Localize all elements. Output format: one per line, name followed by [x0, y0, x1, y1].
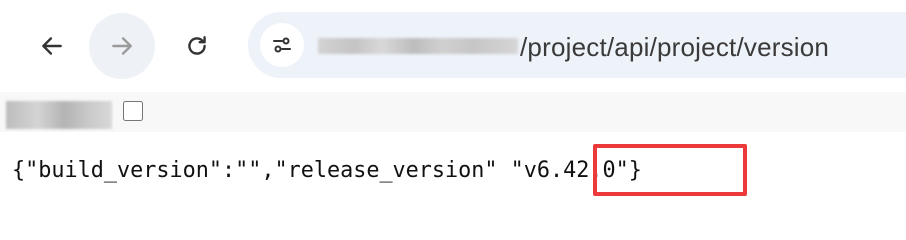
blurred-label	[6, 101, 112, 129]
highlight-box	[593, 144, 747, 196]
reload-icon	[188, 36, 206, 55]
tune-icon	[273, 37, 291, 53]
blurred-host	[318, 38, 518, 54]
address-bar[interactable]: /project/api/project/version	[248, 12, 906, 78]
arrow-left-icon	[42, 37, 62, 55]
pretty-print-checkbox[interactable]	[123, 101, 143, 121]
forward-button[interactable]	[89, 13, 155, 79]
browser-toolbar: /project/api/project/version	[0, 0, 906, 92]
reload-button[interactable]	[164, 13, 230, 79]
arrow-right-icon	[112, 37, 132, 55]
site-info-button[interactable]	[260, 23, 304, 67]
url-path: /project/api/project/version	[520, 32, 830, 62]
json-response: {"build_version":"","release_version" "v…	[12, 158, 642, 183]
back-button[interactable]	[19, 13, 85, 79]
